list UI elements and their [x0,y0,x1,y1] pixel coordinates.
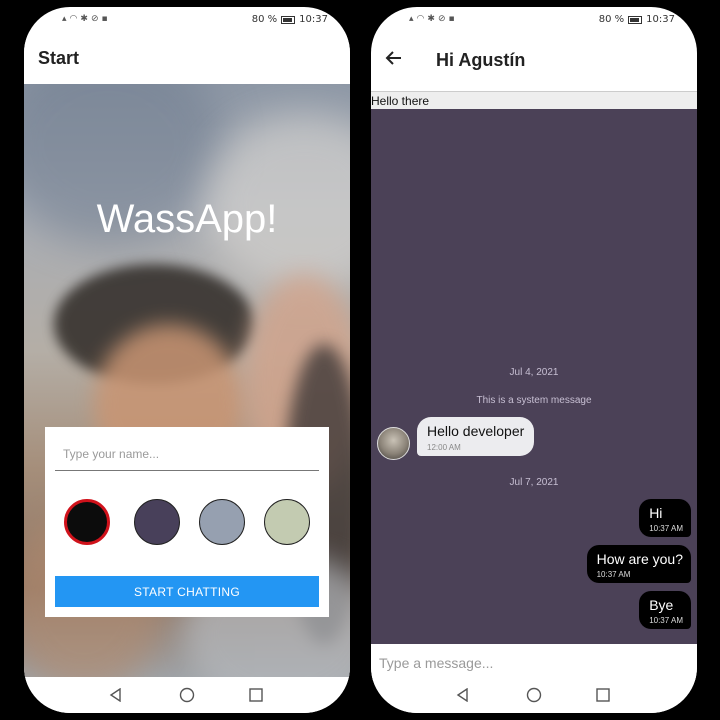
signal-icon: ▴ [409,14,414,24]
color-swatch-purple[interactable] [134,499,180,545]
message-time: 10:37 AM [649,616,683,625]
status-bar: ▴ ◠ ✱ ⊘ ▪ 80 % 10:37 [24,7,350,32]
page-title: Start [38,47,80,68]
system-nav-bar [371,677,697,713]
message-time: 12:00 AM [427,443,461,452]
mute-icon: ⊘ [90,14,99,24]
camera-icon: ▪ [448,14,455,24]
outgoing-message[interactable]: Bye 10:37 AM [639,591,691,629]
message-text: Bye [649,597,674,613]
outgoing-message[interactable]: Hi 10:37 AM [639,499,691,537]
nav-recents-icon[interactable] [595,687,611,703]
back-arrow-icon[interactable] [385,49,403,67]
nav-back-icon[interactable] [108,687,124,703]
signal-icon: ▴ [62,14,67,24]
outgoing-message[interactable]: How are you? 10:37 AM [586,545,691,583]
message-text: How are you? [596,551,683,567]
brand-title: WassApp! [96,197,278,241]
wifi-icon: ◠ [416,14,425,24]
clock: 10:37 [646,14,675,25]
clock: 10:37 [299,14,328,25]
start-chatting-button[interactable]: START CHATTING [55,576,319,607]
chat-title: Hi Agustín [436,50,526,70]
message-list[interactable]: Jul 4, 2021 This is a system message Hel… [371,109,697,644]
bluetooth-icon: ✱ [80,14,88,24]
battery-icon [281,15,296,24]
bluetooth-icon: ✱ [427,14,435,24]
status-bar: ▴ ◠ ✱ ⊘ ▪ 80 % 10:37 [371,7,697,32]
chat-screen: ▴ ◠ ✱ ⊘ ▪ 80 % 10:37 Hi Agustín Hello th… [371,7,697,713]
nav-home-icon[interactable] [526,687,542,703]
date-divider: Jul 4, 2021 [509,367,559,378]
mute-icon: ⊘ [437,14,446,24]
system-nav-bar [24,677,350,713]
start-screen: ▴ ◠ ✱ ⊘ ▪ 80 % 10:37 Start WassApp! Type… [24,7,350,713]
nav-recents-icon[interactable] [248,687,264,703]
battery-percent: 80 % [598,14,625,25]
incoming-message[interactable]: Hello developer 12:00 AM [417,417,535,456]
message-input[interactable] [379,652,679,674]
system-message: This is a system message [476,395,592,406]
date-divider: Jul 7, 2021 [509,477,559,488]
avatar[interactable] [377,427,410,460]
battery-icon [628,15,643,24]
setup-card: START CHATTING [45,427,329,617]
camera-icon: ▪ [101,14,108,24]
message-text: Hi [649,505,663,521]
app-bar: Start [24,32,350,84]
message-composer [371,644,697,681]
message-time: 10:37 AM [649,524,683,533]
nav-home-icon[interactable] [179,687,195,703]
pinned-message[interactable]: Hello there [371,91,697,109]
battery-percent: 80 % [251,14,278,25]
color-swatch-sage[interactable] [264,499,310,545]
message-time: 10:37 AM [596,570,631,579]
wifi-icon: ◠ [69,14,78,24]
name-input[interactable] [55,437,319,471]
message-text: Hello developer [427,423,525,439]
color-swatch-gray-blue[interactable] [199,499,245,545]
color-swatch-black[interactable] [64,499,110,545]
hero-background-photo: WassApp! START CHATTING [24,84,350,677]
nav-back-icon[interactable] [455,687,471,703]
